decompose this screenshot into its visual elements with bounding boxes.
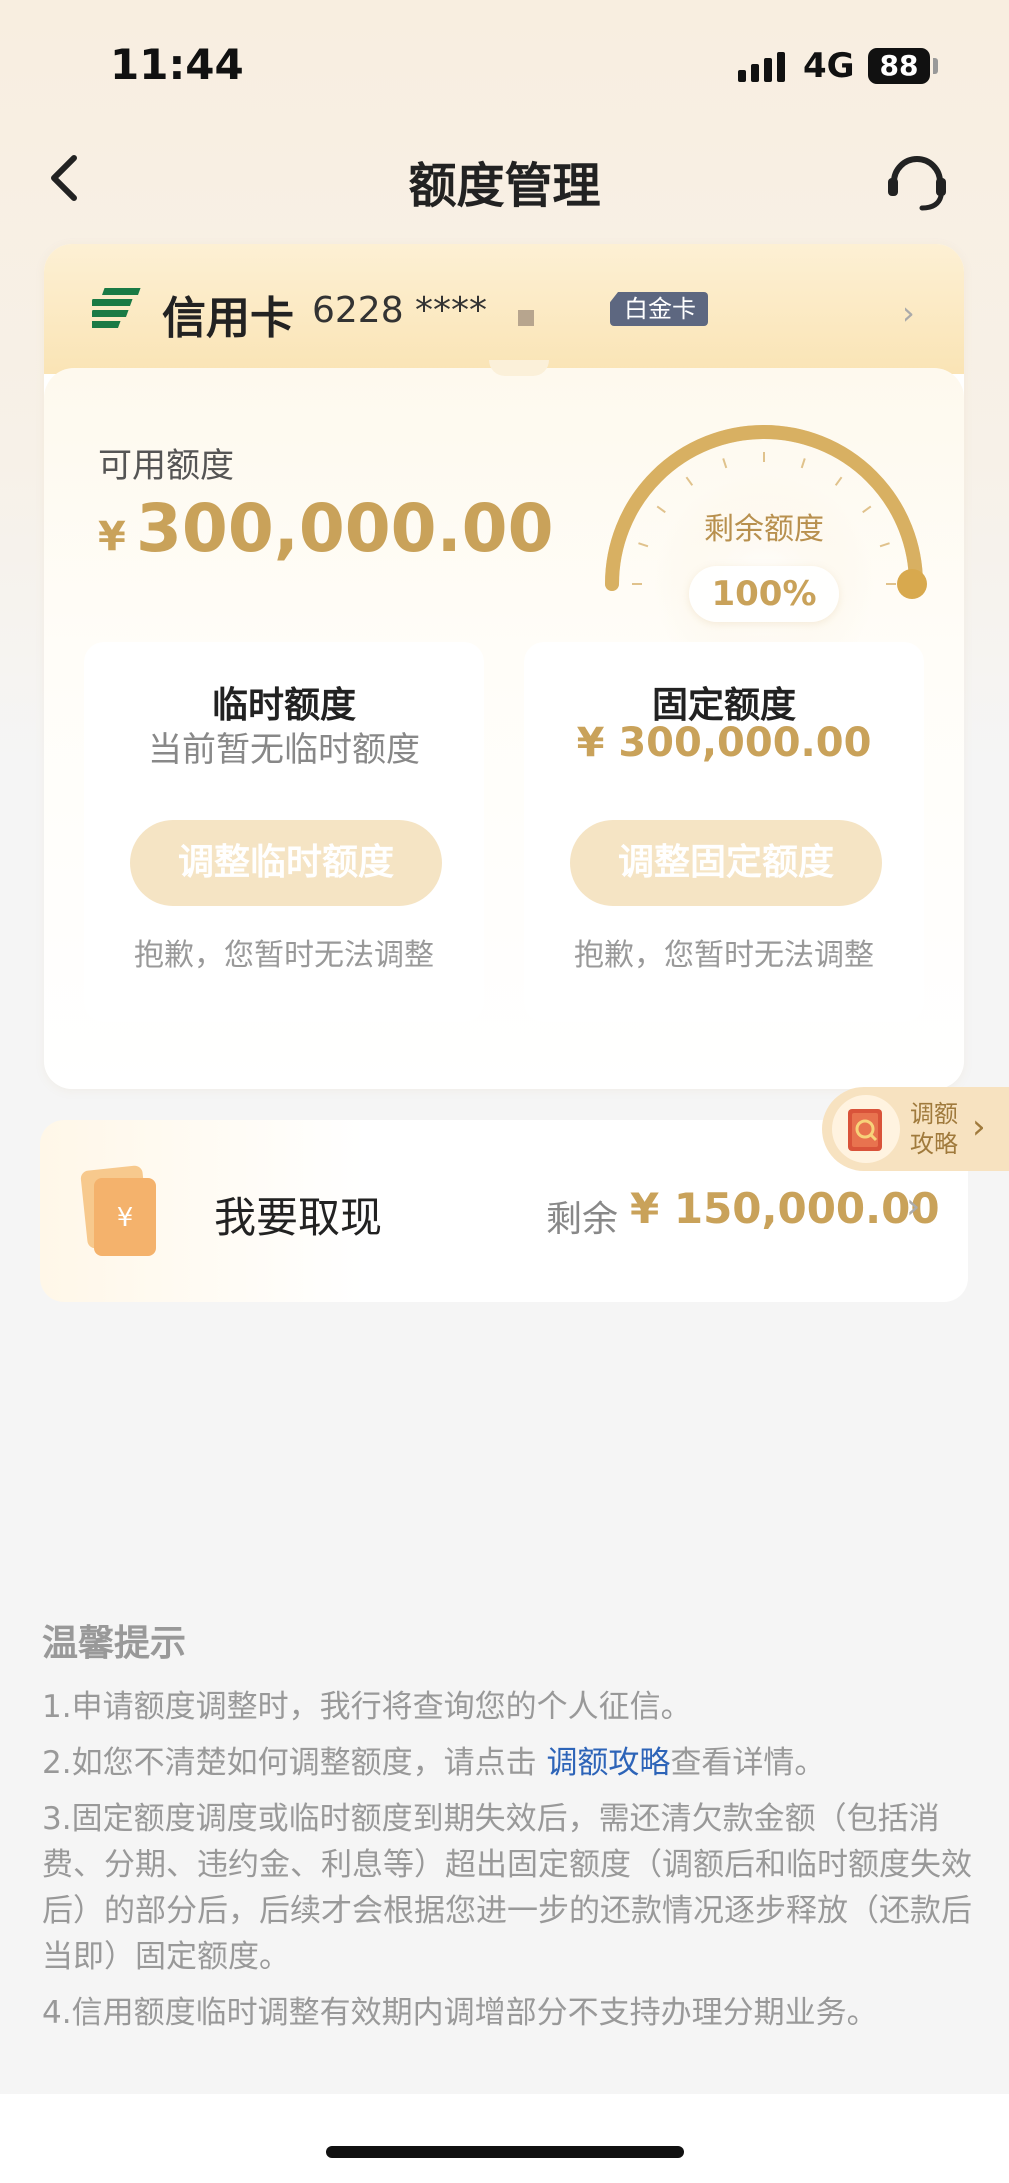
temporary-limit-note: 抱歉，您暂时无法调整 (134, 938, 434, 973)
strategy-book-icon (832, 1095, 900, 1163)
strategy-tab-label: 调额 攻略 (910, 1099, 970, 1159)
fixed-limit-amount: ¥ 300,000.00 (576, 720, 872, 766)
tips-title: 温馨提示 (42, 1623, 187, 1664)
signal-icon (738, 52, 785, 82)
card-selector[interactable]: 信用卡 6228 **** 白金卡 › (44, 244, 964, 374)
battery-icon: 88 (868, 48, 930, 84)
status-time: 11:44 (110, 40, 244, 89)
temporary-limit-panel: 临时额度 当前暂无临时额度 调整临时额度 抱歉，您暂时无法调整 (84, 642, 484, 1022)
home-indicator-area (0, 2094, 1009, 2183)
available-limit-label: 可用额度 (98, 446, 234, 486)
home-indicator[interactable] (326, 2146, 684, 2158)
network-type: 4G (803, 46, 855, 86)
limit-strategy-link[interactable]: 调额攻略 (546, 1745, 670, 1781)
gauge-percent-pill: 100% (689, 566, 839, 622)
cash-remaining-label: 剩余 (546, 1199, 619, 1240)
bank-logo-icon (92, 288, 141, 328)
gauge-label: 剩余额度 (704, 512, 824, 547)
card-tier-badge: 白金卡 (610, 292, 708, 326)
currency-symbol: ¥ (98, 514, 126, 560)
masked-digits (518, 310, 534, 326)
cash-remaining-amount: ¥ 150,000.00 (630, 1184, 940, 1233)
temporary-limit-status: 当前暂无临时额度 (148, 730, 420, 770)
tip-item-2: 2.如您不清楚如何调整额度，请点击 调额攻略查看详情。 (42, 1740, 972, 1786)
card-number: 6228 **** (312, 290, 488, 331)
card-type-label: 信用卡 (162, 293, 294, 344)
tip-item-4: 4.信用额度临时调整有效期内调增部分不支持办理分期业务。 (42, 1995, 878, 2031)
limit-strategy-tab[interactable]: 调额 攻略 › (822, 1087, 1009, 1171)
cash-card-icon: ¥ (80, 1165, 156, 1256)
svg-text:¥: ¥ (117, 1203, 134, 1233)
fixed-limit-panel: 固定额度 ¥ 300,000.00 调整固定额度 抱歉，您暂时无法调整 (524, 642, 924, 1022)
strategy-line1: 调额 (910, 1100, 958, 1128)
customer-service-icon[interactable] (882, 144, 952, 214)
fixed-limit-note: 抱歉，您暂时无法调整 (574, 938, 874, 973)
tip-item-1: 1.申请额度调整时，我行将查询您的个人征信。 (42, 1689, 692, 1725)
chevron-right-icon: › (972, 1107, 986, 1147)
tip-item-3: 3.固定额度调度或临时额度到期失效后，需还清欠款金额（包括消费、分期、违约金、利… (42, 1801, 972, 1975)
tip-item-2-text: 2.如您不清楚如何调整额度，请点击 (42, 1745, 547, 1781)
cash-withdrawal-label: 我要取现 (214, 1193, 383, 1242)
adjust-temporary-limit-button[interactable]: 调整临时额度 (130, 820, 442, 906)
chevron-right-icon: › (902, 294, 915, 332)
credit-limit-card: 信用卡 6228 **** 白金卡 › 可用额度 ¥ 300,000.00 剩余… (44, 244, 964, 1089)
page-title: 额度管理 (408, 158, 601, 214)
battery-cap (933, 58, 938, 74)
body-notch (489, 360, 549, 376)
tip-item-2-suffix: 查看详情。 (670, 1745, 826, 1781)
chevron-right-icon: › (906, 1186, 921, 1227)
temporary-limit-title: 临时额度 (211, 685, 356, 726)
strategy-line2: 攻略 (910, 1130, 958, 1158)
gauge-percent: 100% (711, 574, 817, 614)
tips-section: 温馨提示 1.申请额度调整时，我行将查询您的个人征信。 2.如您不清楚如何调整额… (42, 1614, 972, 2046)
available-limit-amount: 300,000.00 (136, 490, 554, 567)
adjust-fixed-limit-button[interactable]: 调整固定额度 (570, 820, 882, 906)
